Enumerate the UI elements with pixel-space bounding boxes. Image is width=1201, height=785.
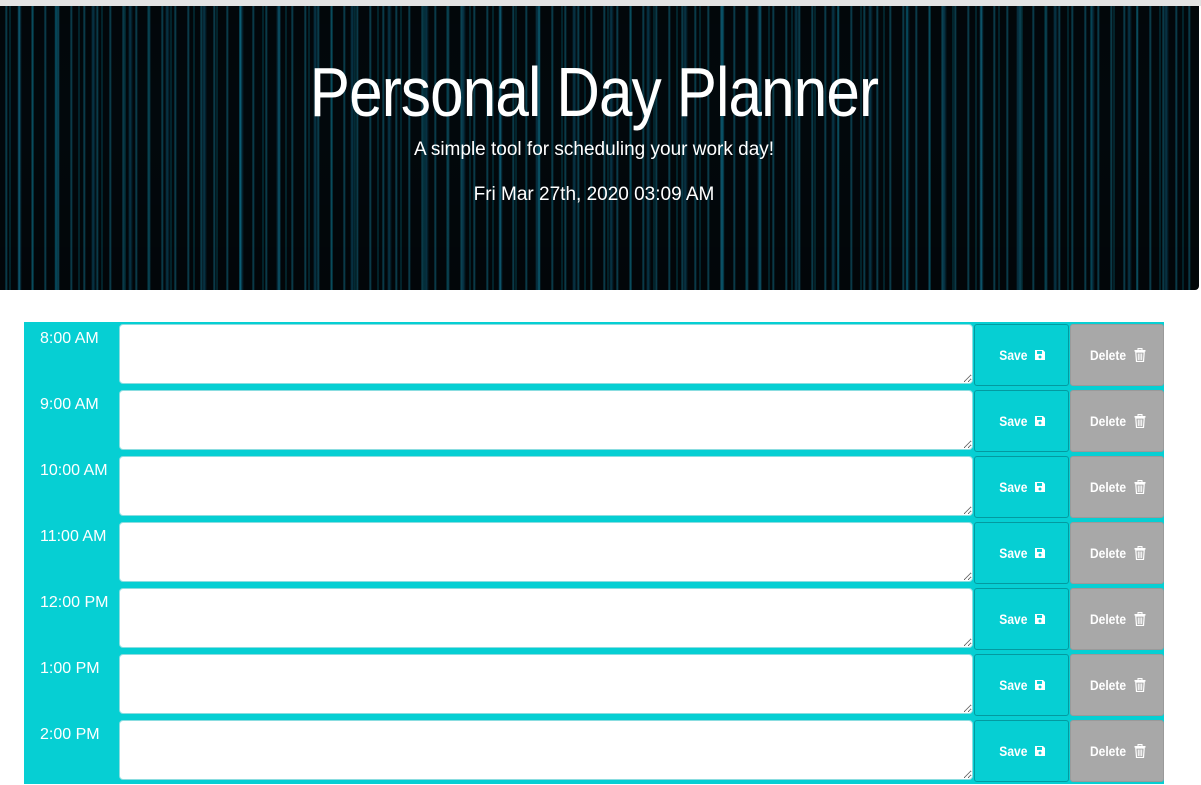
hour-label: 8:00 AM [40,330,99,347]
floppy-disk-icon [1034,481,1046,493]
delete-button[interactable]: Delete [1069,456,1164,518]
trash-icon [1134,348,1146,362]
hour-label: 2:00 PM [40,726,100,743]
event-textarea[interactable] [119,324,974,384]
hour-label: 10:00 AM [40,462,108,479]
hour-row: 11:00 AM Save Delete [24,520,1164,586]
trash-icon [1134,678,1146,692]
planner-list: 8:00 AM Save Delete 9:00 AM Save Delete … [24,322,1164,784]
page-subtitle: A simple tool for scheduling your work d… [413,139,775,160]
event-textarea[interactable] [119,456,974,516]
event-textarea[interactable] [119,720,974,780]
entry-wrapper [119,586,974,652]
delete-button-label: Delete [1090,479,1127,495]
trash-icon [1134,612,1146,626]
delete-button[interactable]: Delete [1069,654,1164,716]
current-datetime: Fri Mar 27th, 2020 03:09 AM [473,184,715,205]
floppy-disk-icon [1034,613,1046,625]
delete-button[interactable]: Delete [1069,522,1164,584]
save-button-label: Save [999,677,1028,693]
save-button[interactable]: Save [974,588,1069,650]
save-button-label: Save [999,479,1028,495]
save-button-label: Save [999,545,1028,561]
save-button-label: Save [999,347,1028,363]
hour-label: 12:00 PM [40,594,109,611]
event-textarea[interactable] [119,654,974,714]
save-button[interactable]: Save [974,456,1069,518]
trash-icon [1134,546,1146,560]
header-banner: Personal Day Planner A simple tool for s… [0,6,1199,290]
hour-row: 8:00 AM Save Delete [24,322,1164,388]
save-button[interactable]: Save [974,522,1069,584]
delete-button[interactable]: Delete [1069,720,1164,782]
save-button-label: Save [999,611,1028,627]
page-title: Personal Day Planner [309,53,879,131]
floppy-disk-icon [1034,415,1046,427]
delete-button-label: Delete [1090,347,1127,363]
delete-button[interactable]: Delete [1069,390,1164,452]
event-textarea[interactable] [119,588,974,648]
delete-button-label: Delete [1090,743,1127,759]
save-button-label: Save [999,413,1028,429]
delete-button-label: Delete [1090,413,1127,429]
trash-icon [1134,744,1146,758]
save-button[interactable]: Save [974,390,1069,452]
delete-button-label: Delete [1090,611,1127,627]
entry-wrapper [119,388,974,454]
floppy-disk-icon [1034,679,1046,691]
floppy-disk-icon [1034,745,1046,757]
event-textarea[interactable] [119,522,974,582]
save-button[interactable]: Save [974,720,1069,782]
delete-button-label: Delete [1090,677,1127,693]
hour-label: 9:00 AM [40,396,99,413]
floppy-disk-icon [1034,547,1046,559]
delete-button-label: Delete [1090,545,1127,561]
hour-row: 9:00 AM Save Delete [24,388,1164,454]
hour-label: 1:00 PM [40,660,100,677]
event-textarea[interactable] [119,390,974,450]
hour-row: 10:00 AM Save Delete [24,454,1164,520]
trash-icon [1134,480,1146,494]
save-button[interactable]: Save [974,654,1069,716]
hour-label: 11:00 AM [40,528,107,545]
hour-row: 1:00 PM Save Delete [24,652,1164,718]
entry-wrapper [119,718,974,784]
delete-button[interactable]: Delete [1069,324,1164,386]
floppy-disk-icon [1034,349,1046,361]
entry-wrapper [119,652,974,718]
hour-row: 2:00 PM Save Delete [24,718,1164,784]
trash-icon [1134,414,1146,428]
delete-button[interactable]: Delete [1069,588,1164,650]
entry-wrapper [119,520,974,586]
entry-wrapper [119,322,974,388]
save-button-label: Save [999,743,1028,759]
hour-row: 12:00 PM Save Delete [24,586,1164,652]
entry-wrapper [119,454,974,520]
save-button[interactable]: Save [974,324,1069,386]
